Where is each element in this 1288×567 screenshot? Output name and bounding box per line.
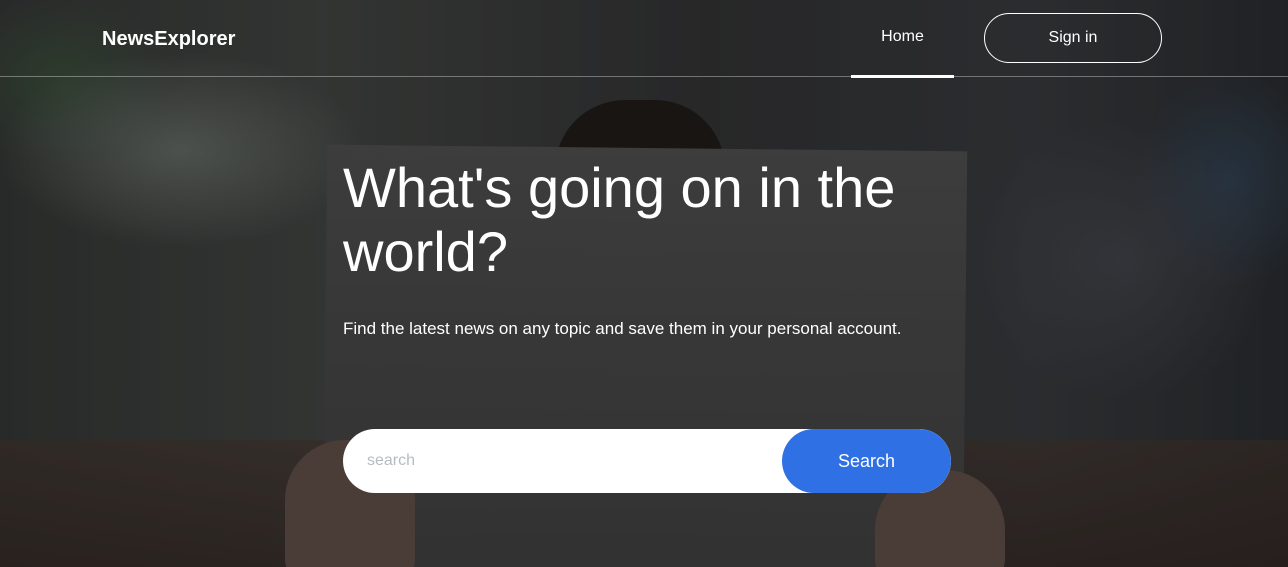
signin-button[interactable]: Sign in <box>984 13 1162 63</box>
hero-title: What's going on in the world? <box>343 156 896 283</box>
search-input[interactable] <box>343 429 783 493</box>
nav-home-label: Home <box>881 27 924 45</box>
nav-home-link[interactable]: Home <box>851 0 954 78</box>
site-logo[interactable]: NewsExplorer <box>102 28 235 51</box>
search-form: Search <box>343 429 951 493</box>
search-button[interactable]: Search <box>782 429 951 493</box>
site-header: NewsExplorer Home Sign in <box>0 0 1288 78</box>
hero-subtitle: Find the latest news on any topic and sa… <box>343 319 902 338</box>
